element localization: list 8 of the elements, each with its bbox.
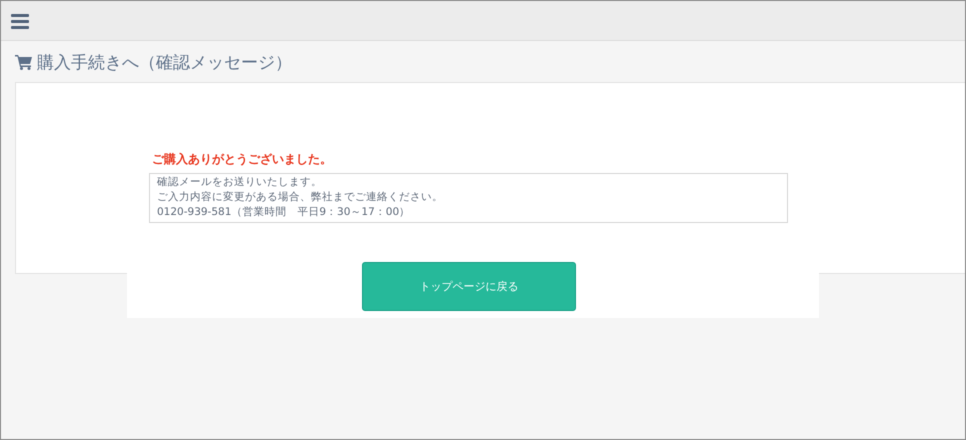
message-line: ご入力内容に変更がある場合、弊社までご連絡ください。	[157, 190, 444, 205]
menu-icon[interactable]	[11, 12, 29, 28]
cart-icon	[15, 54, 33, 70]
message-line: 0120-939-581（営業時間 平日9：30～17：00）	[157, 205, 412, 220]
back-to-top-button[interactable]: トップページに戻る	[362, 262, 576, 311]
message-line: 確認メールをお送りいたします。	[157, 175, 323, 190]
page-heading: 購入手続きへ（確認メッセージ）	[37, 52, 292, 74]
thank-you-message: ご購入ありがとうございました。	[152, 151, 333, 168]
